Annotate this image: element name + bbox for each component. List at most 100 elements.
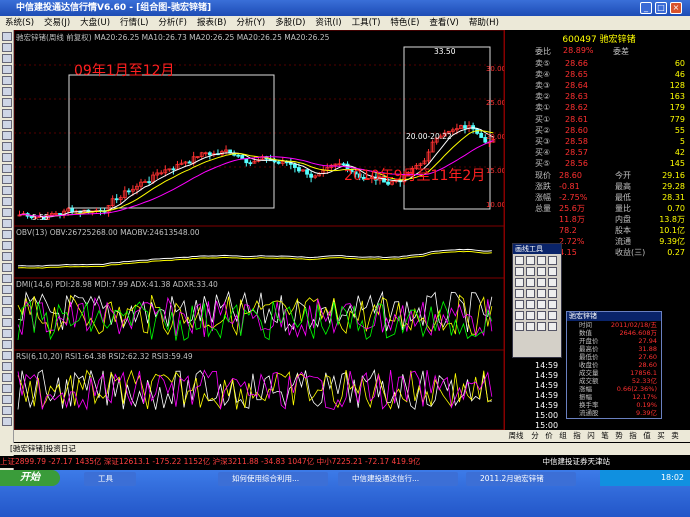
menu-item[interactable]: 分析(Y) bbox=[231, 16, 270, 30]
period-tab[interactable]: 分 bbox=[528, 430, 542, 442]
toolbar-icon[interactable] bbox=[2, 208, 12, 217]
period-tab[interactable]: 价 bbox=[542, 430, 556, 442]
period-tab[interactable]: 闪 bbox=[584, 430, 598, 442]
menu-item[interactable]: 分析(F) bbox=[153, 16, 192, 30]
toolbar-icon[interactable] bbox=[2, 241, 12, 250]
draw-tool-icon[interactable] bbox=[548, 256, 557, 265]
menu-item[interactable]: 系统(S) bbox=[0, 16, 39, 30]
period-tab[interactable]: 卖 bbox=[668, 430, 682, 442]
period-tab[interactable]: 周线 bbox=[504, 430, 528, 442]
draw-tool-icon[interactable] bbox=[537, 300, 546, 309]
period-tab[interactable]: 值 bbox=[640, 430, 654, 442]
draw-tool-icon[interactable] bbox=[537, 267, 546, 276]
draw-tool-icon[interactable] bbox=[515, 256, 524, 265]
period-tab[interactable]: 组 bbox=[556, 430, 570, 442]
draw-tool-icon[interactable] bbox=[526, 256, 535, 265]
toolbar-icon[interactable] bbox=[2, 120, 12, 129]
draw-tool-icon[interactable] bbox=[548, 300, 557, 309]
taskbar-item[interactable]: 2011.2月驰宏锌锗 bbox=[466, 472, 576, 486]
toolbar-icon[interactable] bbox=[2, 373, 12, 382]
toolbar-icon[interactable] bbox=[2, 109, 12, 118]
draw-tool-icon[interactable] bbox=[515, 300, 524, 309]
toolbar-icon[interactable] bbox=[2, 219, 12, 228]
menu-item[interactable]: 大盘(U) bbox=[75, 16, 115, 30]
level-price: 28.58 bbox=[565, 137, 588, 146]
menu-item[interactable]: 资讯(I) bbox=[310, 16, 346, 30]
chart-area[interactable]: 30.00 25.00 20.00 15.00 10.00 驰宏锌锗(周线 前复权) M… bbox=[13, 29, 506, 431]
toolbar-icon[interactable] bbox=[2, 54, 12, 63]
draw-tool-icon[interactable] bbox=[526, 322, 535, 331]
draw-tool-icon[interactable] bbox=[515, 278, 524, 287]
menu-item[interactable]: 多股(D) bbox=[270, 16, 310, 30]
taskbar-item[interactable]: 工具 bbox=[84, 472, 136, 486]
period-tab[interactable]: 指 bbox=[570, 430, 584, 442]
toolbar-icon[interactable] bbox=[2, 153, 12, 162]
draw-tool-icon[interactable] bbox=[548, 322, 557, 331]
draw-tool-icon[interactable] bbox=[515, 267, 524, 276]
draw-tool-icon[interactable] bbox=[515, 289, 524, 298]
toolbar-icon[interactable] bbox=[2, 274, 12, 283]
toolbar-icon[interactable] bbox=[2, 351, 12, 360]
toolbar-icon[interactable] bbox=[2, 384, 12, 393]
draw-tool-icon[interactable] bbox=[537, 278, 546, 287]
taskbar-item[interactable]: 中信建投通达信行... bbox=[338, 472, 458, 486]
menu-item[interactable]: 帮助(H) bbox=[464, 16, 504, 30]
toolbar-icon[interactable] bbox=[2, 285, 12, 294]
toolbar-icon[interactable] bbox=[2, 329, 12, 338]
draw-tool-icon[interactable] bbox=[526, 267, 535, 276]
draw-tool-icon[interactable] bbox=[548, 311, 557, 320]
draw-tool-icon[interactable] bbox=[526, 278, 535, 287]
toolbar-icon[interactable] bbox=[2, 76, 12, 85]
draw-tool-icon[interactable] bbox=[548, 267, 557, 276]
maximize-icon[interactable]: □ bbox=[655, 2, 667, 14]
period-tab[interactable]: 势 bbox=[612, 430, 626, 442]
draw-tool-icon[interactable] bbox=[548, 278, 557, 287]
toolbar-icon[interactable] bbox=[2, 175, 12, 184]
toolbar-icon[interactable] bbox=[2, 318, 12, 327]
toolbar-icon[interactable] bbox=[2, 362, 12, 371]
draw-tool-icon[interactable] bbox=[526, 300, 535, 309]
close-icon[interactable]: × bbox=[670, 2, 682, 14]
draw-tool-icon[interactable] bbox=[515, 322, 524, 331]
menu-item[interactable]: 报表(B) bbox=[192, 16, 231, 30]
period-tab[interactable]: 笔 bbox=[598, 430, 612, 442]
toolbar-icon[interactable] bbox=[2, 131, 12, 140]
toolbar-icon[interactable] bbox=[2, 43, 12, 52]
draw-tool-icon[interactable] bbox=[537, 311, 546, 320]
menu-item[interactable]: 查看(V) bbox=[424, 16, 463, 30]
draw-tool-icon[interactable] bbox=[537, 256, 546, 265]
toolbar-icon[interactable] bbox=[2, 32, 12, 41]
toolbar-icon[interactable] bbox=[2, 186, 12, 195]
toolbar-icon[interactable] bbox=[2, 307, 12, 316]
toolbar-icon[interactable] bbox=[2, 65, 12, 74]
toolbar-icon[interactable] bbox=[2, 340, 12, 349]
draw-tool-icon[interactable] bbox=[537, 322, 546, 331]
toolbar-icon[interactable] bbox=[2, 296, 12, 305]
toolbar-icon[interactable] bbox=[2, 263, 12, 272]
draw-tool-icon[interactable] bbox=[526, 311, 535, 320]
period-tab[interactable]: 指 bbox=[626, 430, 640, 442]
start-button[interactable]: 开始 bbox=[0, 470, 60, 486]
menu-item[interactable]: 交易(J) bbox=[39, 16, 75, 30]
draw-tool-icon[interactable] bbox=[526, 289, 535, 298]
menu-item[interactable]: 行情(L) bbox=[115, 16, 153, 30]
menu-item[interactable]: 工具(T) bbox=[347, 16, 386, 30]
menu-item[interactable]: 特色(E) bbox=[385, 16, 424, 30]
toolbar-icon[interactable] bbox=[2, 142, 12, 151]
toolbar-icon[interactable] bbox=[2, 252, 12, 261]
toolbar-icon[interactable] bbox=[2, 417, 12, 426]
draw-tool-icon[interactable] bbox=[548, 289, 557, 298]
draw-tools-panel[interactable]: 画线工具 bbox=[512, 243, 562, 358]
toolbar-icon[interactable] bbox=[2, 230, 12, 239]
toolbar-icon[interactable] bbox=[2, 395, 12, 404]
toolbar-icon[interactable] bbox=[2, 87, 12, 96]
minimize-icon[interactable]: _ bbox=[640, 2, 652, 14]
toolbar-icon[interactable] bbox=[2, 164, 12, 173]
toolbar-icon[interactable] bbox=[2, 406, 12, 415]
taskbar-item[interactable]: 如何使用综合利用... bbox=[218, 472, 328, 486]
toolbar-icon[interactable] bbox=[2, 197, 12, 206]
draw-tool-icon[interactable] bbox=[537, 289, 546, 298]
draw-tool-icon[interactable] bbox=[515, 311, 524, 320]
period-tab[interactable]: 买 bbox=[654, 430, 668, 442]
toolbar-icon[interactable] bbox=[2, 98, 12, 107]
